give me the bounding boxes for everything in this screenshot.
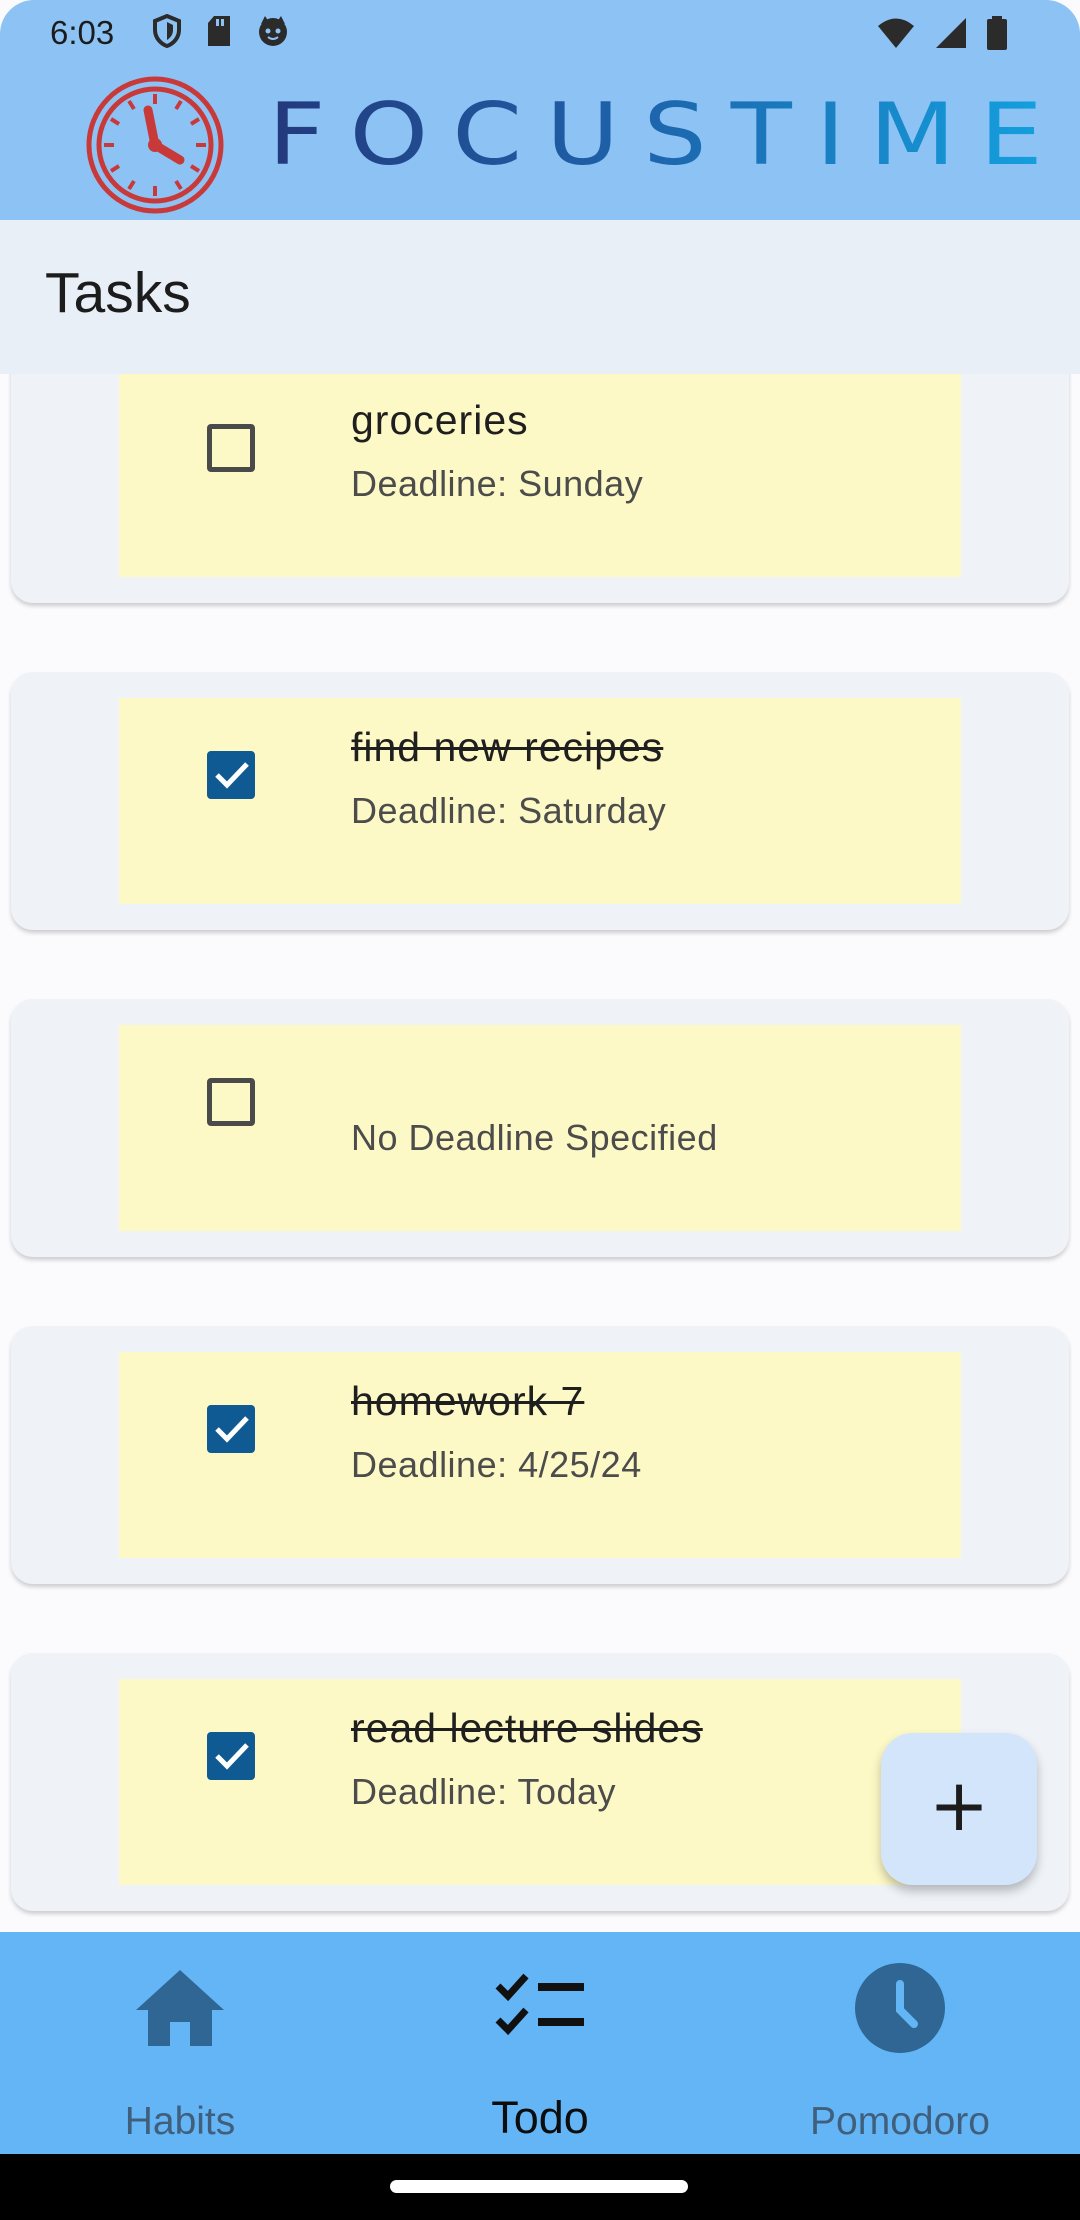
task-title: homework 7 <box>351 1378 585 1424</box>
task-checkbox[interactable] <box>207 751 255 799</box>
check-icon <box>215 1416 249 1443</box>
task-card[interactable]: groceries Deadline: Sunday <box>11 374 1069 603</box>
task-title: find new recipes <box>351 724 664 770</box>
nav-item-todo[interactable]: Todo <box>360 1932 720 2154</box>
brand-name: FOCUSTIME <box>268 84 1067 185</box>
status-icons-right <box>876 16 1008 55</box>
brand-header: FOCUSTIME <box>0 66 1080 220</box>
check-icon <box>215 762 249 789</box>
task-card[interactable]: find new recipes Deadline: Saturday <box>11 672 1069 930</box>
nav-label-todo: Todo <box>491 2092 589 2143</box>
signal-icon <box>934 17 968 54</box>
battery-icon <box>986 16 1008 55</box>
app-bar: Tasks <box>0 220 1080 374</box>
task-list[interactable]: groceries Deadline: Sunday find new reci… <box>0 374 1080 1932</box>
task-checkbox[interactable] <box>207 1078 255 1126</box>
clock-logo-icon <box>84 74 226 216</box>
task-title: read lecture slides <box>351 1705 703 1751</box>
task-card[interactable]: No Deadline Specified <box>11 999 1069 1257</box>
status-icons-left <box>152 13 290 53</box>
task-title: groceries <box>351 397 529 443</box>
task-checkbox[interactable] <box>207 424 255 472</box>
checklist-icon <box>494 1962 586 2054</box>
nav-item-pomodoro[interactable]: Pomodoro <box>720 1932 1080 2154</box>
wifi-icon <box>876 17 916 54</box>
task-deadline: Deadline: Saturday <box>351 790 667 831</box>
task-checkbox[interactable] <box>207 1732 255 1780</box>
status-time: 6:03 <box>50 14 115 51</box>
bottom-nav: Habits Todo Pomodoro <box>0 1932 1080 2154</box>
home-gesture-handle[interactable] <box>390 2180 688 2193</box>
check-icon <box>215 1743 249 1770</box>
gesture-bar <box>0 2154 1080 2220</box>
clock-icon <box>854 1962 946 2054</box>
status-bar: 6:03 <box>0 0 1080 66</box>
home-icon <box>134 1962 226 2054</box>
task-deadline: No Deadline Specified <box>351 1117 718 1158</box>
task-card[interactable]: homework 7 Deadline: 4/25/24 <box>11 1326 1069 1584</box>
shield-icon <box>152 13 182 53</box>
task-checkbox[interactable] <box>207 1405 255 1453</box>
page-title: Tasks <box>45 261 191 325</box>
cat-icon <box>256 14 290 53</box>
nav-label-pomodoro: Pomodoro <box>810 2100 990 2143</box>
task-deadline: Deadline: Sunday <box>351 463 644 504</box>
nav-label-habits: Habits <box>124 2100 236 2143</box>
task-deadline: Deadline: Today <box>351 1771 617 1812</box>
sd-card-icon <box>206 15 232 52</box>
add-task-button[interactable]: + <box>881 1733 1037 1885</box>
task-deadline: Deadline: 4/25/24 <box>351 1444 642 1485</box>
nav-item-habits[interactable]: Habits <box>0 1932 360 2154</box>
plus-icon: + <box>928 1763 990 1847</box>
